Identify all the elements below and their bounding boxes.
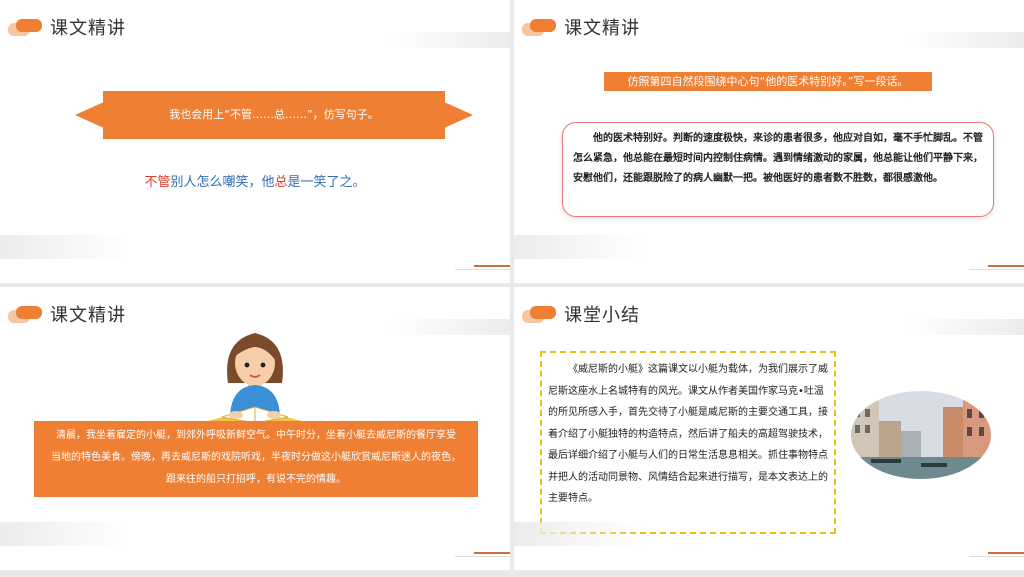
decorative-line bbox=[969, 556, 1024, 557]
passage-block: 清晨，我坐着雇定的小艇，到郊外呼吸新鲜空气。中午时分，坐着小艇去威尼斯的餐厅享受… bbox=[34, 421, 478, 497]
decorative-line bbox=[988, 265, 1024, 267]
decorative-line bbox=[988, 552, 1024, 554]
decorative-fade bbox=[0, 522, 130, 546]
slide-1[interactable]: 课文精讲 我也会用上“不管……总……”，仿写句子。 不管别人怎么嘲笑，他总是一笑… bbox=[0, 0, 510, 283]
decorative-line bbox=[455, 556, 510, 557]
decorative-fade bbox=[904, 319, 1024, 335]
orange-blocks-icon bbox=[8, 304, 42, 326]
instruction-ribbon: 我也会用上“不管……总……”，仿写句子。 bbox=[75, 91, 473, 139]
decorative-fade bbox=[390, 32, 510, 48]
example-sentence: 不管别人怎么嘲笑，他总是一笑了之。 bbox=[0, 171, 510, 190]
decorative-line bbox=[969, 269, 1024, 270]
decorative-fade bbox=[0, 235, 130, 259]
sentence-part: 是一笑了之。 bbox=[287, 175, 366, 190]
writing-prompt: 仿照第四自然段围绕中心句“他的医术特别好。”写一段话。 bbox=[604, 72, 932, 91]
decorative-fade bbox=[904, 32, 1024, 48]
passage-line: 跟来往的船只打招呼，有说不完的情趣。 bbox=[166, 474, 346, 485]
decorative-line bbox=[474, 552, 510, 554]
slide-title: 课文精讲 bbox=[50, 305, 126, 326]
summary-text: 《威尼斯的小艇》这篇课文以小艇为载体，为我们展示了威尼斯这座水上名城特有的风光。… bbox=[548, 364, 828, 504]
slide-3[interactable]: 课文精讲 清晨，我坐着雇定的小艇，到郊外呼吸新鲜空气。中午时分，坐着小艇去威尼斯… bbox=[0, 287, 510, 570]
slide-title: 课文精讲 bbox=[50, 18, 126, 39]
decorative-line bbox=[474, 265, 510, 267]
slide-title: 课文精讲 bbox=[564, 18, 640, 39]
orange-blocks-icon bbox=[8, 17, 42, 39]
passage-line: 当地的特色美食。傍晚，再去威尼斯的戏院听戏，半夜时分做这小艇欣赏威尼斯迷人的夜色… bbox=[51, 452, 461, 463]
ribbon-text: 我也会用上“不管……总……”，仿写句子。 bbox=[103, 91, 445, 139]
girl-reading-illustration bbox=[208, 333, 302, 429]
summary-box: 《威尼斯的小艇》这篇课文以小艇为载体，为我们展示了威尼斯这座水上名城特有的风光。… bbox=[540, 351, 836, 534]
sample-paragraph-box: 他的医术特别好。判断的速度极快，来诊的患者很多，他应对自如，毫不手忙脚乱。不管怎… bbox=[562, 122, 994, 217]
venice-canal-photo bbox=[851, 391, 991, 479]
orange-blocks-icon bbox=[522, 304, 556, 326]
decorative-fade bbox=[390, 319, 510, 335]
sentence-part: 别人怎么嘲笑，他 bbox=[170, 175, 275, 190]
decorative-line bbox=[455, 269, 510, 270]
keyword: 不管 bbox=[144, 175, 171, 190]
slide-title: 课堂小结 bbox=[564, 305, 640, 326]
orange-blocks-icon bbox=[522, 17, 556, 39]
slide-2[interactable]: 课文精讲 仿照第四自然段围绕中心句“他的医术特别好。”写一段话。 他的医术特别好… bbox=[514, 0, 1024, 283]
slide-4[interactable]: 课堂小结 《威尼斯的小艇》这篇课文以小艇为载体，为我们展示了威尼斯这座水上名城特… bbox=[514, 287, 1024, 570]
decorative-fade bbox=[514, 235, 644, 259]
decorative-fade bbox=[514, 522, 644, 546]
passage-line: 清晨，我坐着雇定的小艇，到郊外呼吸新鲜空气。中午时分，坐着小艇去威尼斯的餐厅享受 bbox=[56, 430, 456, 441]
keyword: 总 bbox=[274, 175, 288, 190]
sample-paragraph: 他的医术特别好。判断的速度极快，来诊的患者很多，他应对自如，毫不手忙脚乱。不管怎… bbox=[573, 133, 983, 184]
